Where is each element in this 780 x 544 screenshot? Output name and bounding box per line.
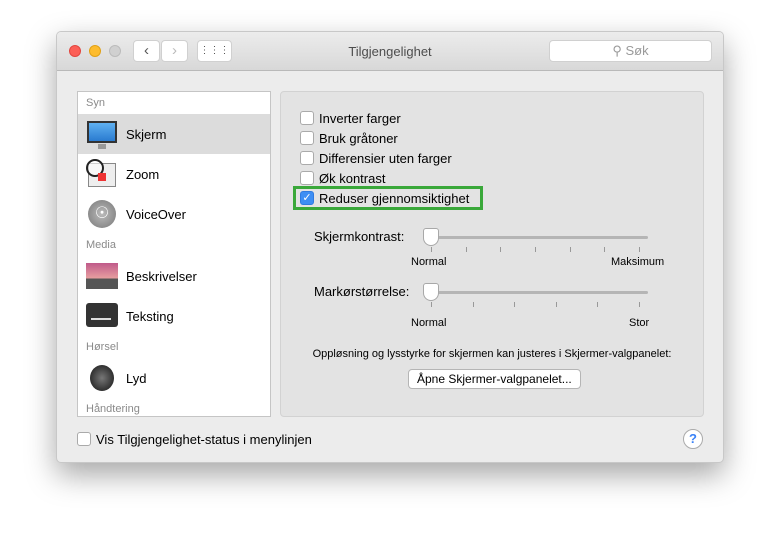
label: VoiceOver [126, 206, 186, 222]
section-handtering: Håndtering [86, 403, 140, 415]
label: Beskrivelser [126, 268, 197, 284]
slider-tick [500, 247, 502, 252]
search-icon: ⚲ [612, 43, 626, 58]
contrast-slider[interactable] [431, 236, 648, 239]
zoom-icon [86, 159, 118, 189]
slider-tick [597, 302, 599, 307]
title-bar: ‹ › ⋮⋮⋮ Tilgjengelighet ⚲ Søk [57, 32, 723, 71]
cursor-size-label: Markørstørrelse: [314, 284, 410, 299]
invert-colors-checkbox[interactable]: Inverter farger [300, 109, 401, 127]
display-note: Oppløsning og lysstyrke for skjermen kan… [312, 348, 672, 360]
contrast-slider-knob[interactable] [423, 228, 439, 246]
speaker-icon [86, 363, 118, 393]
open-displays-button[interactable]: Åpne Skjermer-valgpanelet... [408, 369, 581, 389]
search-field[interactable]: ⚲ Søk [549, 40, 712, 62]
captions-icon [86, 301, 118, 331]
category-list: Syn Skjerm Zoom ☉ VoiceOver Media Beskriv… [77, 91, 271, 417]
checkbox[interactable] [300, 111, 314, 125]
contrast-label: Skjermkontrast: [314, 229, 405, 244]
contrast-min-label: Normal [411, 256, 447, 268]
slider-tick [639, 247, 640, 252]
sidebar-item-skjerm[interactable]: Skjerm [78, 114, 270, 154]
cursor-size-slider-knob[interactable] [423, 283, 439, 301]
slider-tick [472, 302, 474, 307]
grayscale-checkbox[interactable]: Bruk gråtoner [300, 129, 398, 147]
label: Øk kontrast [319, 170, 386, 186]
label: Zoom [126, 166, 160, 182]
voiceover-icon: ☉ [86, 199, 118, 229]
checkbox[interactable] [300, 151, 314, 165]
cursor-max-label: Stor [629, 317, 650, 329]
slider-tick [514, 302, 516, 307]
sidebar-item-zoom[interactable]: Zoom [78, 154, 270, 194]
slider-tick [535, 247, 536, 252]
preferences-window: ‹ › ⋮⋮⋮ Tilgjengelighet ⚲ Søk Syn Skjerm… [56, 31, 724, 463]
sidebar-item-teksting[interactable]: Teksting [78, 296, 270, 336]
label: Reduser gjennomsiktighet [319, 190, 470, 206]
checkmark-icon[interactable]: ✓ [300, 191, 314, 205]
label: Skjerm [126, 126, 167, 142]
slider-tick [431, 247, 432, 252]
reduce-transparency-checkbox[interactable]: ✓ Reduser gjennomsiktighet [300, 189, 469, 207]
show-status-in-menubar-checkbox[interactable]: Vis Tilgjengelighet-status i menylinjen [77, 430, 312, 448]
slider-tick [465, 247, 467, 252]
slider-tick [555, 302, 557, 307]
label: Teksting [126, 308, 174, 324]
label: Lyd [126, 370, 147, 386]
search-placeholder: Søk [625, 43, 649, 58]
slider-tick [639, 302, 640, 307]
slider-tick [604, 247, 606, 252]
checkbox[interactable] [300, 131, 314, 145]
label: Inverter farger [319, 110, 401, 126]
contrast-max-label: Maksimum [611, 256, 665, 268]
display-icon [86, 119, 118, 149]
label: Vis Tilgjengelighet-status i menylinjen [96, 431, 312, 447]
slider-tick [431, 302, 432, 307]
section-horsel: Hørsel [86, 341, 119, 353]
checkbox[interactable] [77, 432, 91, 446]
cursor-min-label: Normal [411, 317, 447, 329]
sidebar-item-voiceover[interactable]: ☉ VoiceOver [78, 194, 270, 234]
cursor-size-slider[interactable] [431, 291, 648, 294]
sidebar-item-lyd[interactable]: Lyd [78, 358, 270, 398]
differentiate-without-color-checkbox[interactable]: Differensier uten farger [300, 149, 452, 167]
slider-tick [569, 247, 571, 252]
sidebar-item-beskrivelser[interactable]: Beskrivelser [78, 256, 270, 296]
checkbox[interactable] [300, 171, 314, 185]
display-settings-panel: Inverter farger Bruk gråtoner Differensi… [280, 91, 704, 417]
label: Bruk gråtoner [319, 130, 398, 146]
descriptions-icon [86, 261, 118, 291]
help-button[interactable]: ? [683, 429, 703, 449]
increase-contrast-checkbox[interactable]: Øk kontrast [300, 169, 385, 187]
label: Differensier uten farger [319, 150, 452, 166]
section-media: Media [86, 239, 116, 251]
section-syn: Syn [86, 97, 105, 109]
